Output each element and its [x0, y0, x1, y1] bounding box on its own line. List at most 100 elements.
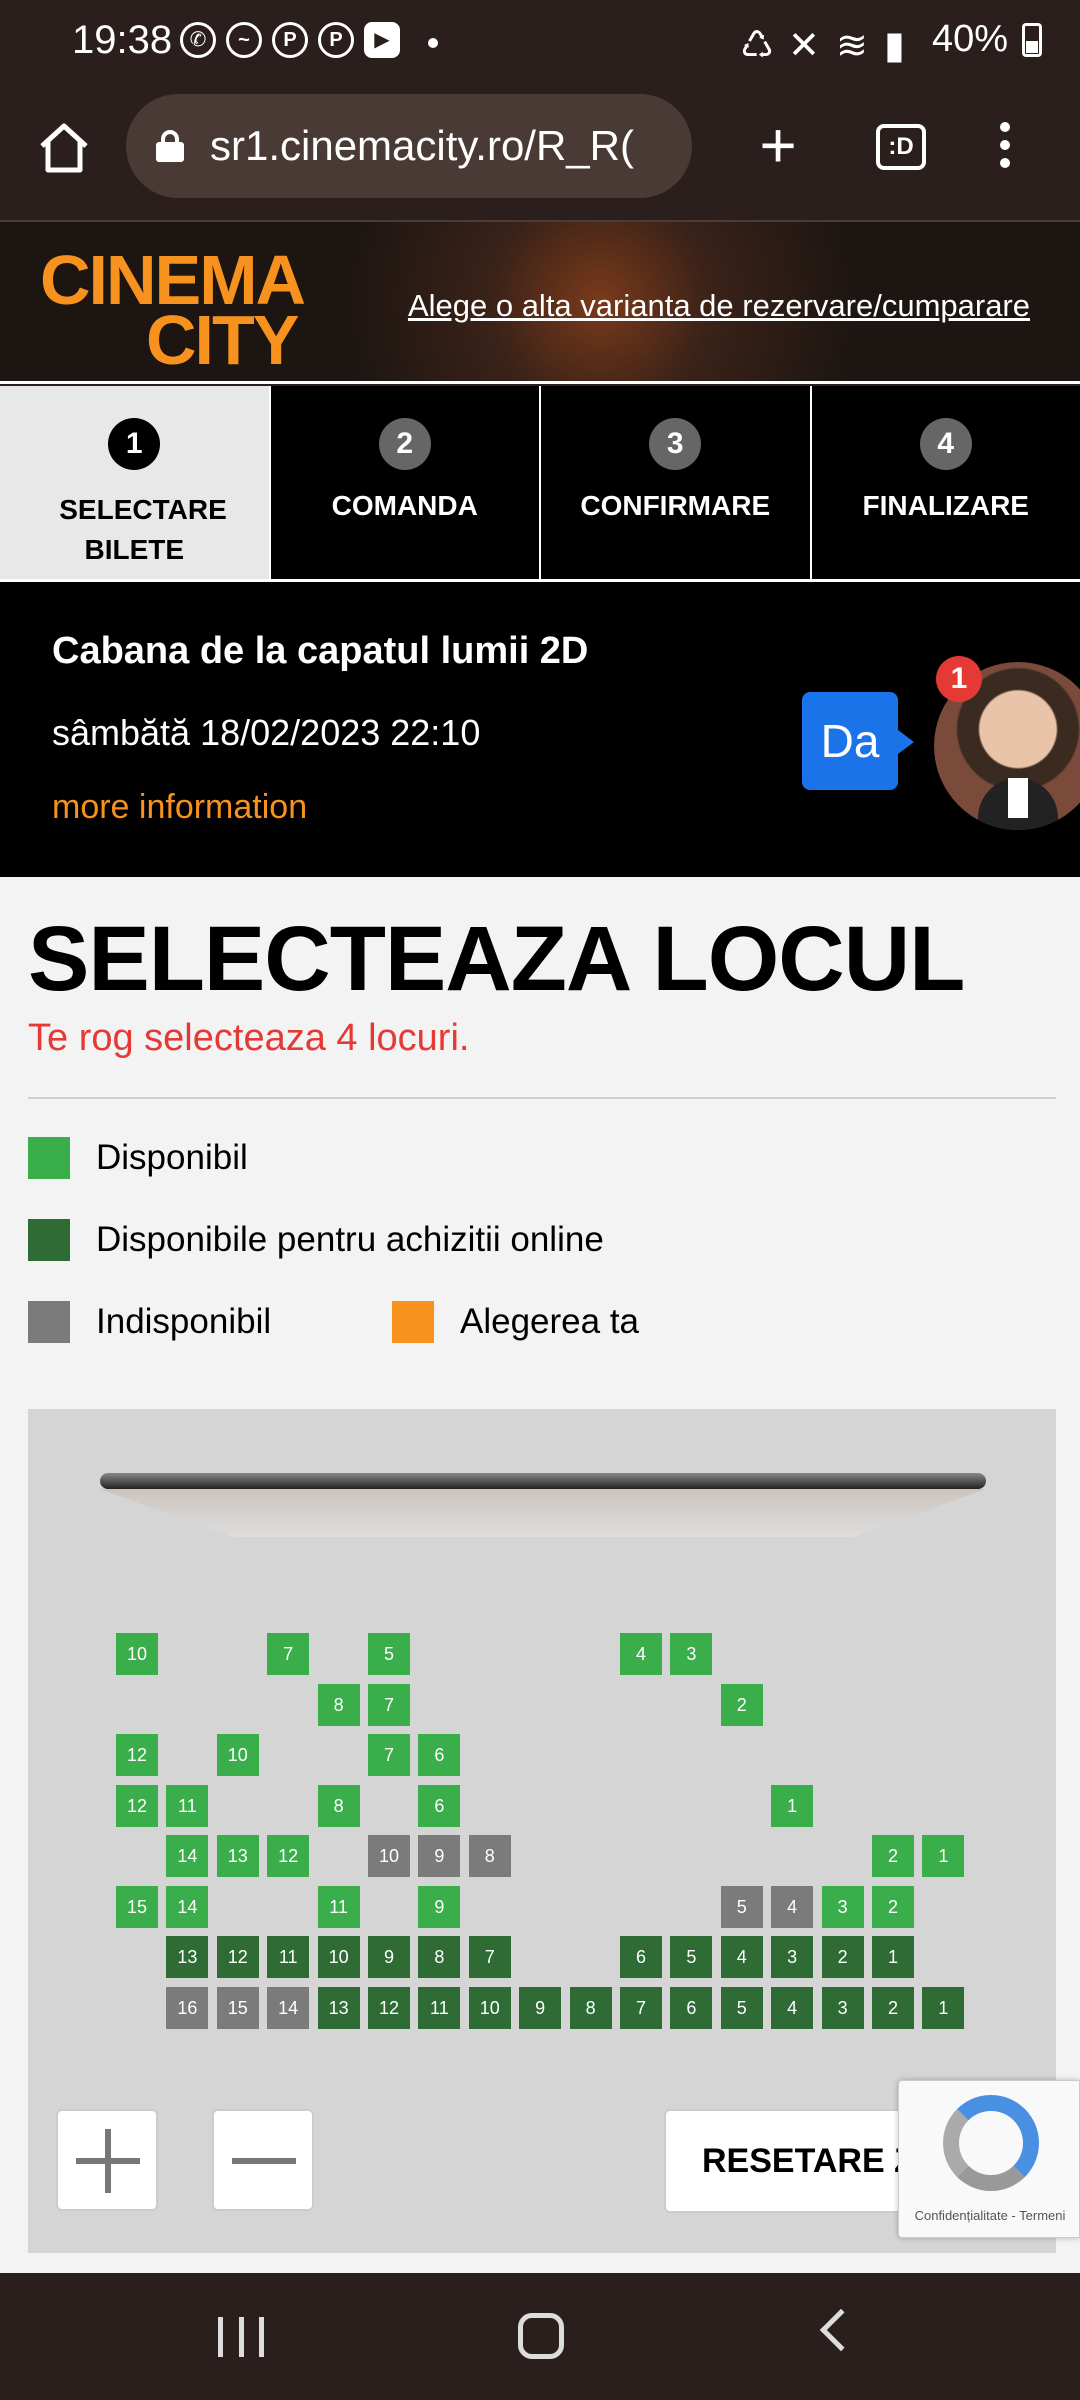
seat-online[interactable]: 9: [519, 1986, 562, 2029]
seat-online[interactable]: 13: [317, 1986, 360, 2029]
zoom-in-button[interactable]: [56, 2109, 158, 2211]
step-finalizare: 4 FINALIZARE: [812, 386, 1080, 579]
seat-online[interactable]: 7: [620, 1986, 662, 2029]
seat-unavailable: 9: [418, 1835, 461, 1877]
seat-online[interactable]: 7: [468, 1936, 511, 1978]
seat-online[interactable]: 8: [418, 1936, 461, 1978]
seat-online[interactable]: 6: [620, 1936, 662, 1978]
seat-available[interactable]: 14: [166, 1835, 209, 1877]
system-navigation-bar: [0, 2273, 1080, 2400]
seat-available[interactable]: 1: [922, 1835, 965, 1877]
seat-online[interactable]: 10: [317, 1936, 360, 1978]
step-label: CONFIRMARE: [580, 490, 771, 521]
seat-available[interactable]: 12: [267, 1835, 310, 1877]
seat-available[interactable]: 8: [317, 1683, 360, 1726]
seat-online[interactable]: 9: [368, 1936, 410, 1978]
recaptcha-footer[interactable]: Confidențialitate - Termeni: [899, 2208, 1080, 2223]
seat-online[interactable]: 4: [771, 1986, 814, 2029]
seat-online[interactable]: 5: [720, 1986, 763, 2029]
seat-available[interactable]: 2: [720, 1683, 763, 1726]
page-title: SELECTEAZA LOCUL: [28, 908, 965, 1010]
seat-available[interactable]: 1: [771, 1784, 814, 1827]
seat-online[interactable]: 3: [821, 1986, 864, 2029]
step-number: 4: [919, 418, 972, 470]
whatsapp-icon: ✆: [180, 22, 216, 58]
seat-online[interactable]: 2: [821, 1936, 864, 1978]
seat-unavailable: 5: [720, 1885, 763, 1928]
seat-online[interactable]: 2: [872, 1986, 914, 2029]
seat-online[interactable]: 11: [418, 1986, 461, 2029]
wifi-icon: ≋: [835, 24, 868, 67]
seat-available[interactable]: 14: [166, 1885, 209, 1928]
seat-available[interactable]: 15: [116, 1885, 158, 1928]
seat-available[interactable]: 6: [418, 1784, 461, 1827]
seat-available[interactable]: 2: [872, 1885, 914, 1928]
seat-available[interactable]: 3: [821, 1885, 864, 1928]
divider: [28, 1097, 1056, 1099]
seat-online[interactable]: 5: [670, 1936, 713, 1978]
selection-hint: Te rog selecteaza 4 locuri.: [28, 1017, 470, 1059]
legend-online: Disponibile pentru achizitii online: [28, 1219, 604, 1261]
seat-available[interactable]: 2: [872, 1835, 914, 1877]
youtube-icon: ▶: [364, 22, 400, 58]
seat-available[interactable]: 11: [166, 1784, 209, 1827]
recaptcha-badge[interactable]: Confidențialitate - Termeni: [898, 2080, 1080, 2238]
tab-switcher-button[interactable]: :D: [876, 124, 926, 170]
seat-available[interactable]: 7: [368, 1683, 410, 1726]
seat-online[interactable]: 10: [468, 1986, 511, 2029]
recycle-icon: ♺: [739, 24, 775, 67]
more-information-link[interactable]: more information: [52, 788, 307, 827]
signal-icon: ▮: [883, 24, 905, 67]
seat-available[interactable]: 10: [116, 1633, 158, 1675]
battery-percent: 40%: [931, 18, 1008, 60]
seat-available[interactable]: 5: [368, 1633, 410, 1675]
seat-online[interactable]: 8: [569, 1986, 612, 2029]
recent-apps-icon[interactable]: [218, 2317, 264, 2357]
cinema-screen: [100, 1473, 986, 1489]
step-label: COMANDA: [331, 490, 478, 521]
seat-available[interactable]: 7: [368, 1734, 410, 1776]
seat-online[interactable]: 3: [771, 1936, 814, 1978]
seat-available[interactable]: 8: [317, 1784, 360, 1827]
seat-online[interactable]: 1: [872, 1936, 914, 1978]
seat-available[interactable]: 9: [418, 1885, 461, 1928]
showtime: sâmbătă 18/02/2023 22:10: [52, 712, 481, 753]
seat-online[interactable]: 12: [368, 1986, 410, 2029]
more-menu-icon[interactable]: [990, 118, 1020, 178]
zoom-out-button[interactable]: [212, 2109, 314, 2211]
legend-swatch: [392, 1301, 434, 1343]
seat-available[interactable]: 12: [116, 1784, 158, 1827]
seat-online[interactable]: 12: [216, 1936, 259, 1978]
chat-bubble[interactable]: Da: [802, 692, 914, 790]
seat-online[interactable]: 11: [267, 1936, 310, 1978]
screen-shadow: [100, 1489, 986, 1537]
seat-available[interactable]: 7: [267, 1633, 310, 1675]
seat-online[interactable]: 4: [720, 1936, 763, 1978]
seat-available[interactable]: 3: [670, 1633, 713, 1675]
back-icon[interactable]: [819, 2308, 863, 2352]
messenger-icon: ~: [226, 22, 262, 58]
seat-available[interactable]: 10: [216, 1734, 259, 1776]
seat-selection-section: SELECTEAZA LOCUL Te rog selecteaza 4 loc…: [0, 877, 1080, 2273]
seat-online[interactable]: 13: [166, 1936, 209, 1978]
cinema-city-logo[interactable]: CINEMA CITY: [40, 245, 306, 375]
seat-available[interactable]: 4: [620, 1633, 662, 1675]
alternate-booking-link[interactable]: Alege o alta varianta de rezervare/cumpa…: [408, 288, 1030, 324]
url-bar[interactable]: sr1.cinemacity.ro/R_R(: [126, 94, 692, 198]
home-icon[interactable]: [34, 118, 94, 178]
more-notifications-dot: [428, 38, 438, 48]
seat-online[interactable]: 1: [922, 1986, 965, 2029]
legend-swatch: [28, 1219, 70, 1261]
recaptcha-icon: [943, 2095, 1039, 2191]
legend-swatch: [28, 1301, 70, 1343]
seat-unavailable: 4: [771, 1885, 814, 1928]
seat-available[interactable]: 6: [418, 1734, 461, 1776]
home-nav-icon[interactable]: [518, 2313, 564, 2359]
seat-available[interactable]: 12: [116, 1734, 158, 1776]
seat-available[interactable]: 11: [317, 1885, 360, 1928]
battery-icon: [1022, 22, 1042, 57]
seat-online[interactable]: 6: [670, 1986, 713, 2029]
seat-available[interactable]: 13: [216, 1835, 259, 1877]
new-tab-button[interactable]: +: [748, 110, 808, 180]
legend-your-choice: Alegerea ta: [392, 1301, 639, 1343]
